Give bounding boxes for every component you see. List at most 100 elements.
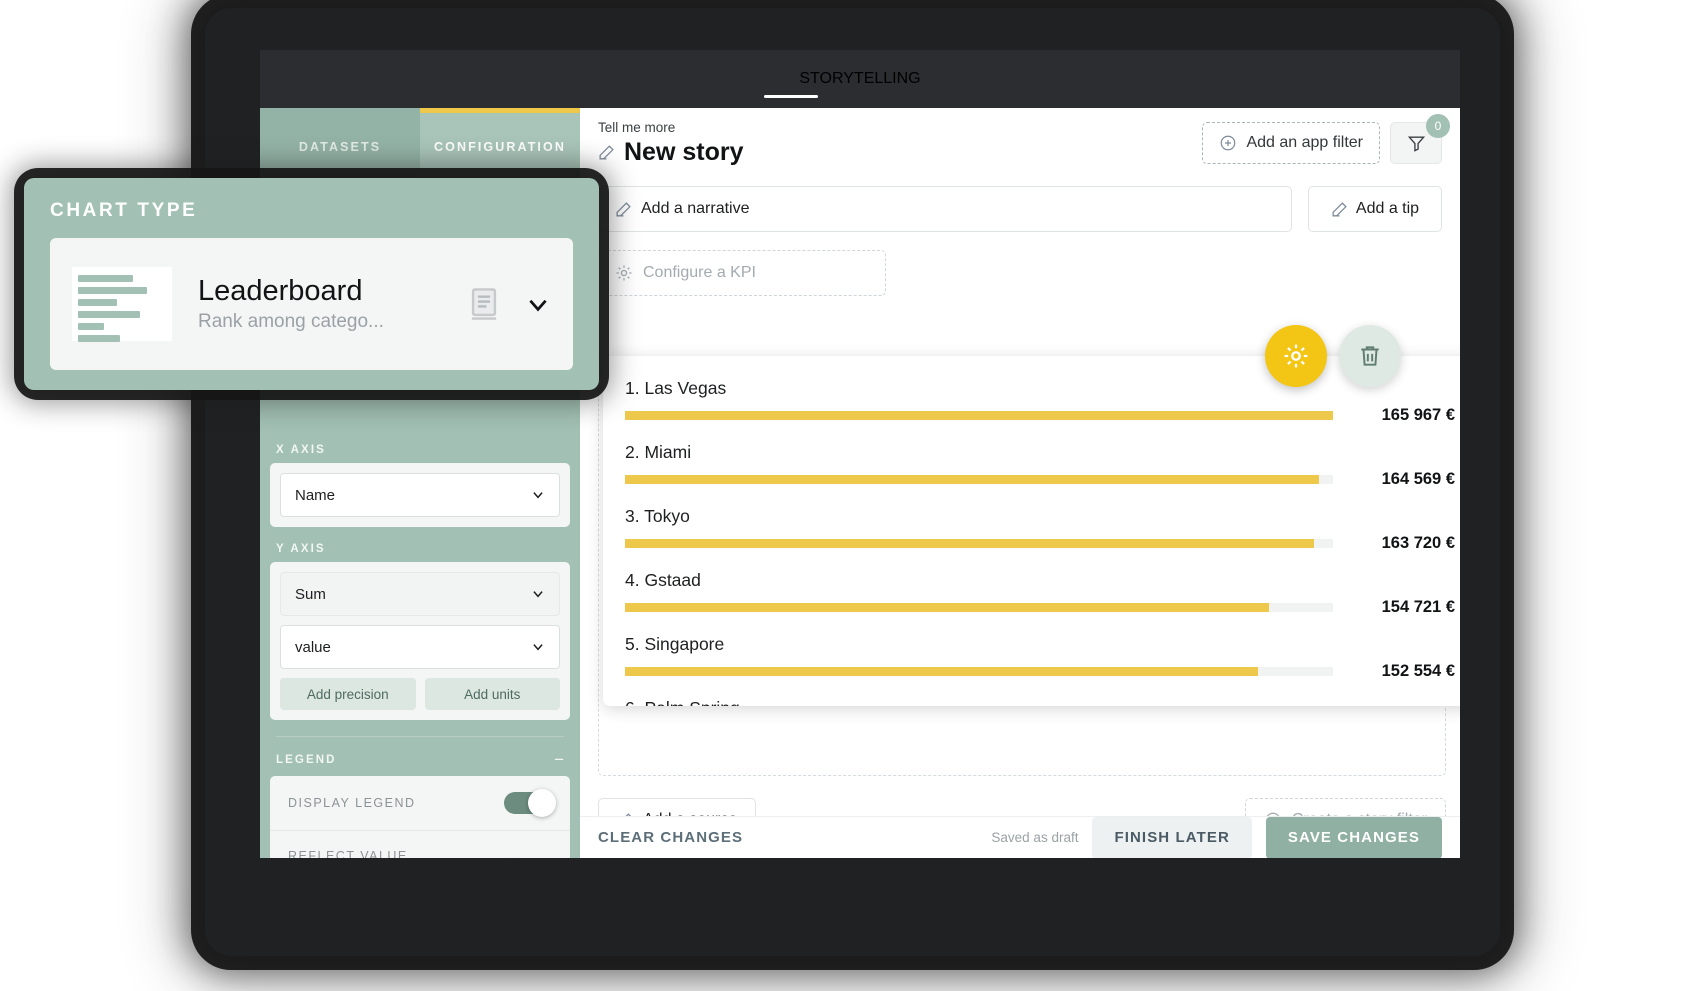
add-tip-label: Add a tip [1356,200,1419,218]
finish-later-button[interactable]: FINISH LATER [1092,817,1251,859]
chart-type-description: Rank among catego... [198,311,443,333]
display-legend-label: DISPLAY LEGEND [288,794,416,812]
tab-configuration[interactable]: CONFIGURATION [420,108,580,186]
chart-type-selected[interactable]: Leaderboard Rank among catego... [50,238,573,370]
leaderboard-row-value: 164 569 € [1333,470,1455,489]
save-changes-button[interactable]: SAVE CHANGES [1266,817,1442,859]
app-title: STORYTELLING [799,70,920,88]
configure-kpi-button[interactable]: Configure a KPI [598,250,886,296]
thumbnail-bar [78,275,133,282]
tab-configuration-label: CONFIGURATION [434,140,566,154]
add-narrative-label: Add a narrative [641,200,750,218]
thumbnail-bar [78,335,120,342]
thumbnail-bar [78,299,117,306]
gear-icon [1282,342,1310,370]
add-tip-button[interactable]: Add a tip [1308,186,1442,232]
add-narrative-button[interactable]: Add a narrative [598,186,1292,232]
leaderboard-bar-fill [625,667,1258,676]
y-axis-aggregation-select[interactable]: Sum [280,572,560,616]
legend-card: DISPLAY LEGEND REFLECT VALUE ORDER IN TH… [270,776,570,858]
thumbnail-bar [78,323,104,330]
leaderboard-thumbnail-icon [72,267,172,341]
filter-count-badge: 0 [1426,114,1450,138]
toggle-knob [528,789,556,817]
leaderboard-bar-track [625,475,1333,484]
footer-actions: CLEAR CHANGES Saved as draft FINISH LATE… [580,816,1460,858]
add-precision-button[interactable]: Add precision [280,678,416,710]
y-axis-aggregation-value: Sum [295,586,326,603]
reflect-value-order-row: REFLECT VALUE ORDER IN THE LEGEND [270,831,570,858]
leaderboard-row-label: 3. Tokyo [625,506,1455,527]
add-units-button[interactable]: Add units [425,678,561,710]
leaderboard-row-bar-line: 163 720 € [625,534,1455,553]
leaderboard-row: 4. Gstaad154 721 € [603,570,1460,617]
x-axis-select[interactable]: Name [280,473,560,517]
story-title[interactable]: New story [624,138,743,167]
header-actions: Add an app filter 0 [1202,122,1442,164]
add-app-filter-label: Add an app filter [1246,134,1363,152]
leaderboard-bar-fill [625,411,1333,420]
leaderboard-row-bar-line: 154 721 € [625,598,1455,617]
leaderboard-row-label: 1. Las Vegas [625,378,1455,399]
leaderboard-bar-track [625,667,1333,676]
leaderboard-row: 1. Las Vegas 165 967 € [603,378,1460,425]
leaderboard-bar-fill [625,475,1319,484]
leaderboard-chart-card: 1. Las Vegas 165 967 € 2. Miami164 569 € 3.… [603,356,1460,706]
topbar-active-indicator [764,95,818,98]
chart-type-texts: Leaderboard Rank among catego... [198,275,443,333]
clear-changes-button[interactable]: CLEAR CHANGES [598,829,743,846]
book-icon[interactable] [469,287,499,321]
leaderboard-row-label: 6. Palm Spring [625,698,1455,706]
leaderboard-row-label: 5. Singapore [625,634,1455,655]
main-content: Tell me more New story Add an app filter… [580,108,1460,858]
minus-icon[interactable]: − [554,751,564,768]
leaderboard-row: 3. Tokyo 163 720 € [603,506,1460,553]
configure-kpi-label: Configure a KPI [643,264,756,282]
chart-type-name: Leaderboard [198,275,443,308]
reflect-value-order-label: REFLECT VALUE ORDER IN THE LEGEND [288,847,458,858]
display-legend-toggle[interactable] [504,792,552,814]
add-app-filter-button[interactable]: Add an app filter [1202,122,1380,164]
trash-icon [1357,343,1383,369]
plus-circle-icon [1219,134,1237,152]
tab-datasets-label: DATASETS [299,140,381,154]
tab-datasets[interactable]: DATASETS [260,108,420,186]
leaderboard-row-bar-line: 152 554 € [625,662,1455,681]
leaderboard-bar-fill [625,603,1269,612]
leaderboard-row-value: 163 720 € [1333,534,1455,553]
thumbnail-bar [78,311,140,318]
chevron-down-icon[interactable] [525,291,551,317]
pencil-icon[interactable] [598,144,615,161]
leaderboard-row-bar-line: 164 569 € [625,470,1455,489]
leaderboard-row-value: 152 554 € [1333,662,1455,681]
pencil-icon [1331,201,1348,218]
leaderboard-row: 2. Miami164 569 € [603,442,1460,489]
configuration-tab-accent [420,108,580,113]
chevron-down-icon [531,587,545,601]
y-axis-field-value: value [295,639,331,656]
y-axis-extra-buttons: Add precision Add units [280,678,560,710]
leaderboard-bar-fill [625,539,1314,548]
leaderboard-rows: 1. Las Vegas 165 967 € 2. Miami164 569 € 3.… [603,378,1460,706]
app-window: STORYTELLING DATASETS CONFIGURATION X AX… [260,50,1460,858]
leaderboard-row-value: 165 967 € [1333,406,1455,425]
chart-dropzone: 1. Las Vegas165 967 €2. Miami164 569 €3.… [598,358,1446,776]
sidebar-tabs: DATASETS CONFIGURATION [260,108,580,186]
pencil-icon [615,201,632,218]
chart-type-card: CHART TYPE Leaderboard Rank among catego… [24,178,599,390]
leaderboard-row: 6. Palm Spring150 105 € [603,698,1460,706]
chart-settings-fab[interactable] [1265,325,1327,387]
leaderboard-row-bar-line: 165 967 € [625,406,1455,425]
chevron-down-icon [531,640,545,654]
y-axis-field-select[interactable]: value [280,625,560,669]
app-topbar: STORYTELLING [260,50,1460,108]
saved-as-draft-status: Saved as draft [991,830,1078,845]
leaderboard-row: 5. Singapore 152 554 € [603,634,1460,681]
chart-type-title: CHART TYPE [50,200,573,222]
screenshot-root: STORYTELLING DATASETS CONFIGURATION X AX… [0,0,1698,991]
chart-delete-fab[interactable] [1339,325,1401,387]
x-axis-group-label: X AXIS [260,444,580,456]
funnel-icon [1407,134,1426,153]
story-header: Tell me more New story Add an app filter… [580,108,1460,180]
app-filter-icon-button[interactable]: 0 [1390,122,1442,164]
